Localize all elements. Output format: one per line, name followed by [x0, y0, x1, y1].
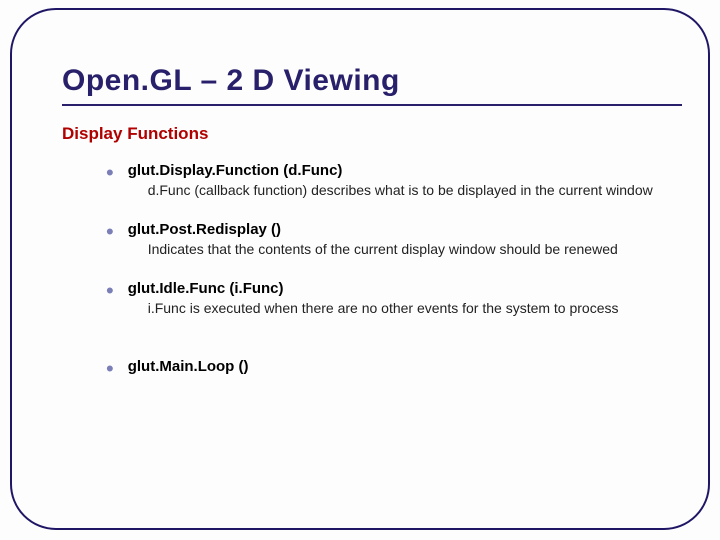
slide-title: Open.GL – 2 D Viewing: [62, 64, 400, 98]
bullet-list: • glut.Display.Function (d.Func) d.Func …: [106, 162, 672, 376]
function-description: Indicates that the contents of the curre…: [148, 240, 672, 258]
slide-frame: Open.GL – 2 D Viewing Display Functions …: [0, 0, 720, 540]
slide-content: Open.GL – 2 D Viewing Display Functions …: [16, 14, 704, 408]
function-name: glut.Display.Function (d.Func): [128, 162, 672, 179]
title-underline: [62, 104, 682, 106]
function-name: glut.Main.Loop (): [128, 358, 672, 375]
function-description: i.Func is executed when there are no oth…: [148, 299, 672, 317]
bullet-body: glut.Main.Loop (): [128, 358, 672, 375]
title-row: Open.GL – 2 D Viewing: [62, 64, 682, 98]
bullet-body: glut.Post.Redisplay () Indicates that th…: [128, 221, 672, 258]
bullet-body: glut.Display.Function (d.Func) d.Func (c…: [128, 162, 672, 199]
list-item: • glut.Post.Redisplay () Indicates that …: [106, 221, 672, 258]
spacer: [106, 340, 672, 358]
section-heading: Display Functions: [62, 124, 682, 144]
function-name: glut.Post.Redisplay (): [128, 221, 672, 238]
bullet-icon: •: [106, 284, 114, 298]
list-item: • glut.Display.Function (d.Func) d.Func …: [106, 162, 672, 199]
bullet-icon: •: [106, 166, 114, 180]
list-item: • glut.Idle.Func (i.Func) i.Func is exec…: [106, 280, 672, 317]
bullet-body: glut.Idle.Func (i.Func) i.Func is execut…: [128, 280, 672, 317]
bullet-icon: •: [106, 362, 114, 376]
bullet-icon: •: [106, 225, 114, 239]
function-name: glut.Idle.Func (i.Func): [128, 280, 672, 297]
function-description: d.Func (callback function) describes wha…: [148, 181, 672, 199]
list-item: • glut.Main.Loop (): [106, 358, 672, 376]
